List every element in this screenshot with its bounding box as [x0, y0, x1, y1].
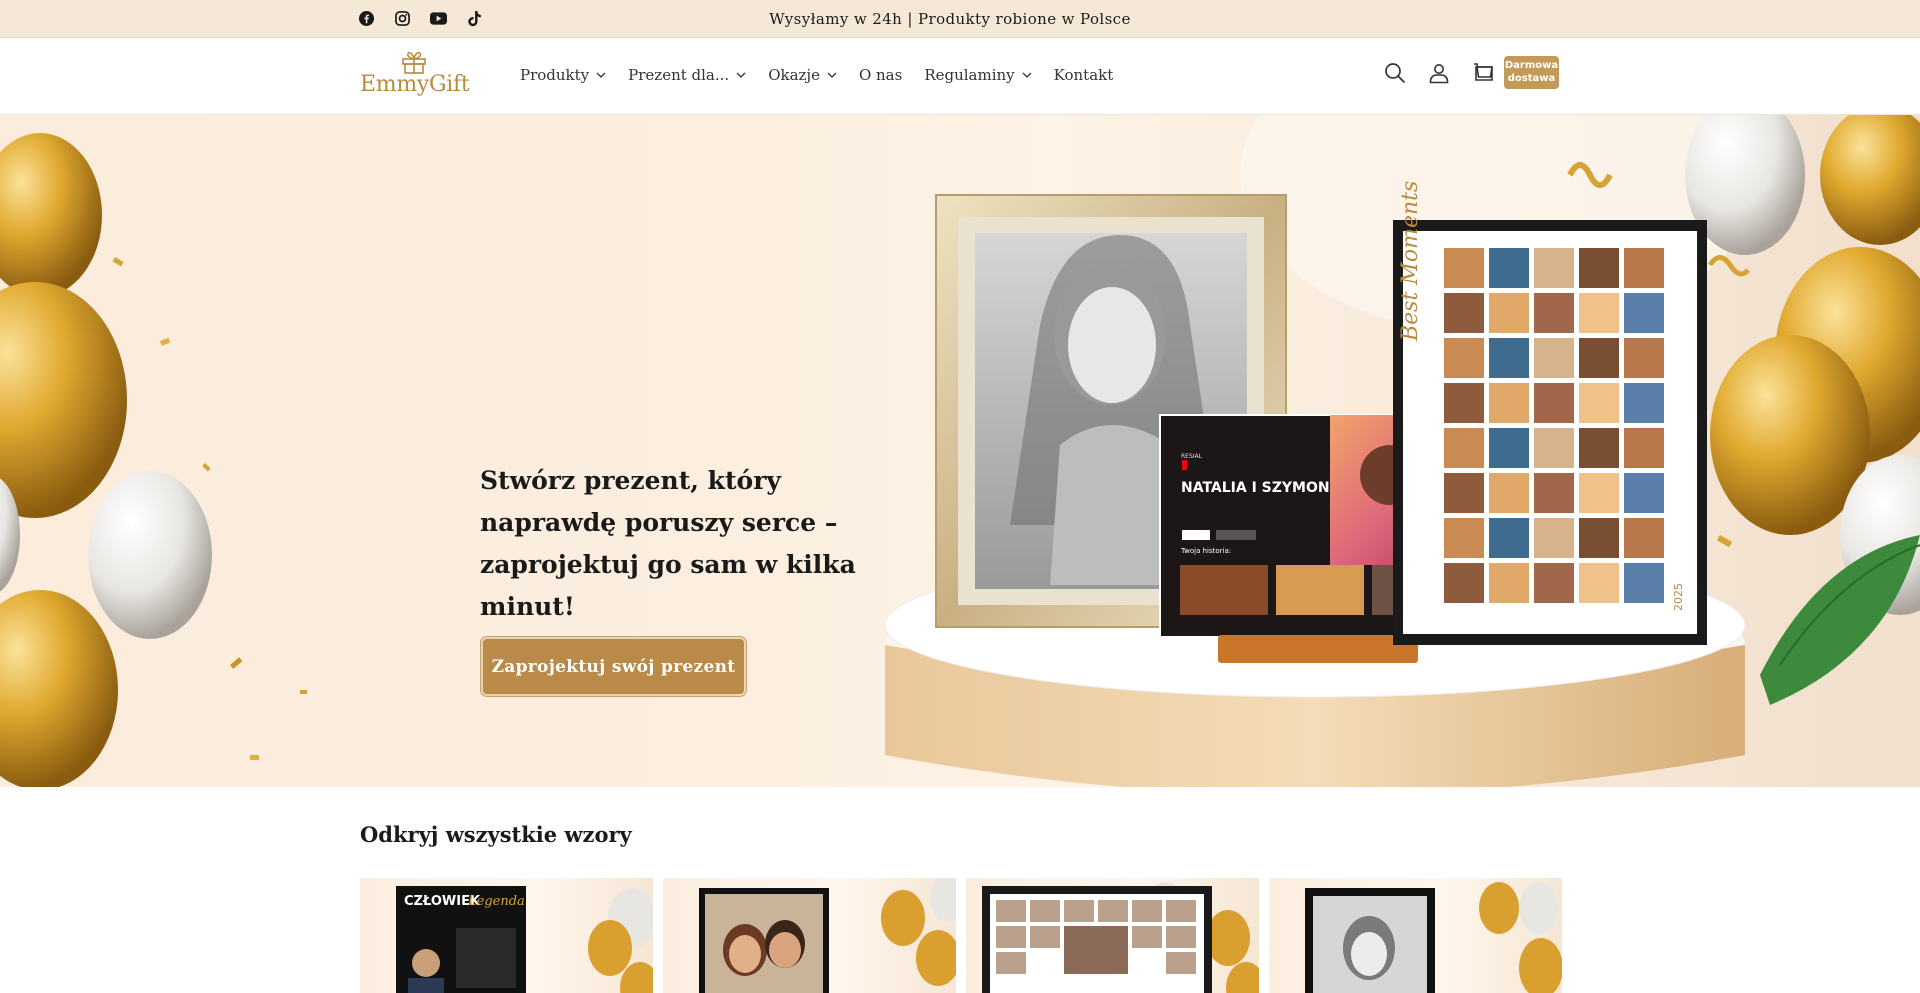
collage-photo: [1489, 383, 1529, 423]
collage-year: 2025: [1672, 583, 1685, 611]
collage-photo: [1624, 383, 1664, 423]
nav-item-okazje[interactable]: Okazje: [768, 66, 837, 84]
chevron-down-icon: [736, 70, 746, 80]
collection-cards: CZŁOWIEK Legenda: [360, 878, 1562, 993]
nav-label: Prezent dla...: [628, 66, 730, 84]
site-header: EmmyGift Produkty Prezent dla... Okazje …: [0, 38, 1920, 115]
collage-photo: [1489, 428, 1529, 468]
gift-logo-icon: [402, 51, 426, 74]
collage-photo: [1489, 473, 1529, 513]
nav-item-regulaminy[interactable]: Regulaminy: [924, 66, 1032, 84]
hero-heading: Stwórz prezent, który naprawdę poruszy s…: [480, 466, 856, 621]
free-shipping-badge: Darmowa dostawa: [1504, 56, 1559, 89]
collage-photo: [1489, 338, 1529, 378]
collage-photo: [1534, 248, 1574, 288]
collage-photo: [1444, 518, 1484, 558]
collage-photo: [1534, 338, 1574, 378]
collection-card-photo-collage[interactable]: [966, 878, 1259, 993]
search-icon[interactable]: [1383, 61, 1407, 85]
chevron-down-icon: [827, 70, 837, 80]
collage-photo: [1624, 248, 1664, 288]
collage-photo: [1579, 293, 1619, 333]
collage-photo: [1444, 293, 1484, 333]
nav-label: Kontakt: [1053, 66, 1114, 84]
collage-photo: [1624, 428, 1664, 468]
nav-label: Okazje: [768, 66, 820, 84]
nav-label: Produkty: [520, 66, 590, 84]
announcement-bar: Wysyłamy w 24h | Produkty robione w Pols…: [0, 0, 1920, 38]
stand-title: NATALIA I SZYMON: [1181, 480, 1330, 496]
collage-photo: [1579, 518, 1619, 558]
collage-photo: [1489, 518, 1529, 558]
account-icon[interactable]: [1427, 61, 1451, 85]
collage-photo: [1444, 338, 1484, 378]
collage-photo: [1444, 428, 1484, 468]
collage-photo: [1579, 383, 1619, 423]
nav-item-prezent-dla[interactable]: Prezent dla...: [628, 66, 746, 84]
announcement-text: Wysyłamy w 24h | Produkty robione w Pols…: [769, 10, 1131, 28]
logo-text: EmmyGift: [360, 72, 470, 97]
collage-photo: [1444, 473, 1484, 513]
badge-line2: dostawa: [1507, 73, 1556, 84]
nav-item-produkty[interactable]: Produkty: [520, 66, 606, 84]
nav-item-kontakt[interactable]: Kontakt: [1054, 66, 1114, 84]
collage-photo: [1624, 293, 1664, 333]
header-actions: [1383, 61, 1515, 85]
collage-photo: [1579, 248, 1619, 288]
collage-photo: [1624, 563, 1664, 603]
collage-photo: [1624, 473, 1664, 513]
collage-photo: [1534, 383, 1574, 423]
collage-photo: [1489, 293, 1529, 333]
badge-line1: Darmowa: [1504, 60, 1559, 71]
hero-banner: RESIAL NATALIA I SZYMON Twoja historia: …: [0, 115, 1920, 787]
collections-title: Odkryj wszystkie wzory: [360, 822, 632, 847]
nav-label: Regulaminy: [924, 66, 1015, 84]
collection-card-cartoon-couple[interactable]: [663, 878, 956, 993]
chevron-down-icon: [596, 70, 606, 80]
collection-card-czlowiek-legenda[interactable]: CZŁOWIEK Legenda: [360, 878, 653, 993]
collage-photo: [1444, 383, 1484, 423]
cart-icon[interactable]: [1471, 61, 1495, 85]
collage-photo: [1534, 428, 1574, 468]
collage-photo: [1534, 563, 1574, 603]
nav-label: O nas: [858, 66, 903, 84]
collage-photo: [1534, 293, 1574, 333]
main-nav: Produkty Prezent dla... Okazje O nas Reg…: [520, 66, 1135, 84]
collage-photo: [1534, 473, 1574, 513]
collage-photo: [1624, 338, 1664, 378]
collage-photo: [1489, 248, 1529, 288]
collage-photo: [1534, 518, 1574, 558]
collage-photo: [1579, 338, 1619, 378]
collage-grid: [1444, 248, 1670, 626]
card-title-line2: Legenda: [468, 894, 525, 909]
collage-photo: [1489, 563, 1529, 603]
collection-card-sketch-portrait[interactable]: [1269, 878, 1562, 993]
stand-brand: RESIAL: [1181, 453, 1202, 460]
logo[interactable]: EmmyGift: [358, 50, 478, 106]
collage-photo: [1444, 248, 1484, 288]
collage-photo: [1579, 428, 1619, 468]
stand-section: Twoja historia:: [1181, 547, 1232, 555]
collage-photo: [1444, 563, 1484, 603]
chevron-down-icon: [1022, 70, 1032, 80]
collage-photo: [1624, 518, 1664, 558]
nav-item-o-nas[interactable]: O nas: [859, 66, 902, 84]
collage-photo: [1579, 563, 1619, 603]
collage-title: Best Moments: [1398, 180, 1423, 341]
design-gift-button[interactable]: Zaprojektuj swój prezent: [481, 637, 746, 696]
collage-photo: [1579, 473, 1619, 513]
